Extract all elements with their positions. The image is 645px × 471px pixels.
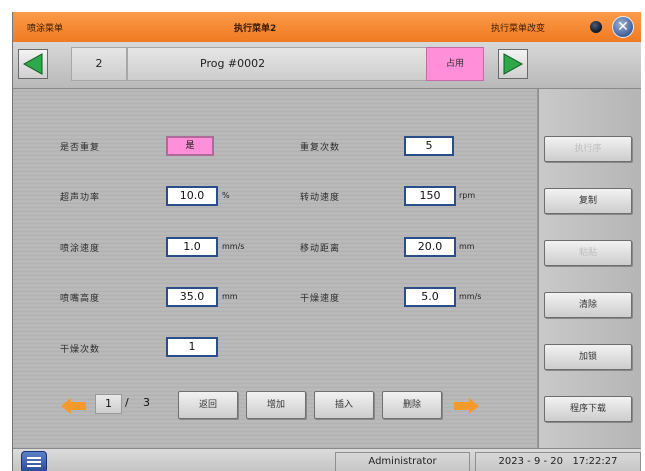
menu-title: 喷涂菜单 [27,24,64,34]
page-title: 执行菜单2 [234,24,277,34]
repeat-label: 是否重复 [60,143,101,153]
title-bar: 喷涂菜单 执行菜单2 执行菜单改变 ✕ [13,12,641,42]
clear-button[interactable]: 清除 [544,292,632,318]
lock-button[interactable]: 加锁 [544,344,632,370]
ultrasonic-power-unit: % [222,191,230,200]
dry-speed-label: 干燥速度 [300,294,341,304]
dry-count-label: 干燥次数 [60,345,101,355]
program-name: Prog #0002 [127,47,427,81]
current-user: Administrator [335,452,470,471]
repeat-toggle[interactable]: 是 [166,136,214,156]
insert-button[interactable]: 插入 [314,391,374,419]
page-current-field[interactable]: 1 [95,394,122,414]
menu-icon[interactable] [21,451,47,471]
paste-button[interactable]: 粘贴 [544,240,632,266]
execute-order-button[interactable]: 执行序 [544,136,632,162]
repeat-count-label: 重复次数 [300,143,341,153]
move-distance-label: 移动距离 [300,244,341,254]
hmi-screen: 喷涂菜单 执行菜单2 执行菜单改变 ✕ 2 Prog #0002 占用 是否重复… [12,12,641,471]
next-program-button[interactable] [498,49,528,79]
status-indicator-icon [590,21,602,33]
page-total: 3 [143,396,150,409]
rotation-speed-unit: rpm [459,191,476,200]
prev-program-button[interactable] [18,49,48,79]
nozzle-height-unit: mm [222,292,238,301]
page-next-arrow-icon[interactable] [453,398,479,414]
spray-speed-unit: mm/s [222,242,245,251]
nozzle-height-label: 喷嘴高度 [60,294,101,304]
dry-count-field[interactable]: 1 [166,337,218,357]
close-icon[interactable]: ✕ [612,16,634,38]
copy-button[interactable]: 复制 [544,188,632,214]
dry-speed-unit: mm/s [459,292,482,301]
spray-speed-label: 喷涂速度 [60,244,101,254]
ultrasonic-power-field[interactable]: 10.0 [166,186,218,206]
action-sidebar: 执行序 复制 粘贴 清除 加锁 程序下载 [538,89,641,448]
delete-button[interactable]: 删除 [382,391,442,419]
ultrasonic-power-label: 超声功率 [60,193,101,203]
change-menu-link[interactable]: 执行菜单改变 [491,21,545,34]
program-status-badge: 占用 [426,47,484,81]
rotation-speed-label: 转动速度 [300,193,341,203]
move-distance-field[interactable]: 20.0 [404,237,456,257]
date-time-display: 2023 - 9 - 20 17:22:27 [475,452,641,471]
parameter-panel: 是否重复 是 重复次数 5 超声功率 10.0 % 转动速度 150 rpm 喷… [13,89,537,448]
back-button[interactable]: 返回 [178,391,238,419]
right-arrow-icon [503,53,524,75]
program-number: 2 [71,47,127,81]
spray-speed-field[interactable]: 1.0 [166,237,218,257]
repeat-count-field[interactable]: 5 [404,136,454,156]
left-arrow-icon [22,53,43,75]
status-bar: Administrator 2023 - 9 - 20 17:22:27 [13,448,641,471]
program-nav-bar: 2 Prog #0002 占用 [13,42,641,89]
page-prev-arrow-icon[interactable] [61,398,87,414]
move-distance-unit: mm [459,242,475,251]
nozzle-height-field[interactable]: 35.0 [166,287,218,307]
add-button[interactable]: 增加 [246,391,306,419]
rotation-speed-field[interactable]: 150 [404,186,456,206]
program-download-button[interactable]: 程序下载 [544,396,632,422]
dry-speed-field[interactable]: 5.0 [404,287,456,307]
page-separator: / [125,396,129,409]
